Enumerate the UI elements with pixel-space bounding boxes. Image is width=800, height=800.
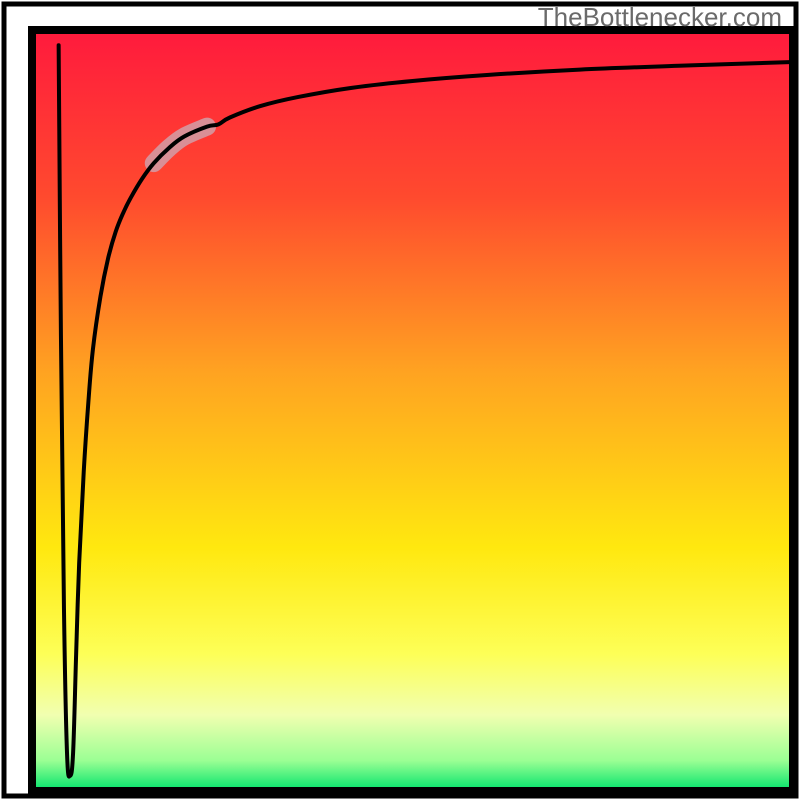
bottleneck-chart bbox=[0, 0, 800, 800]
watermark-label: TheBottlenecker.com bbox=[538, 2, 782, 33]
chart-background-gradient bbox=[32, 30, 793, 791]
